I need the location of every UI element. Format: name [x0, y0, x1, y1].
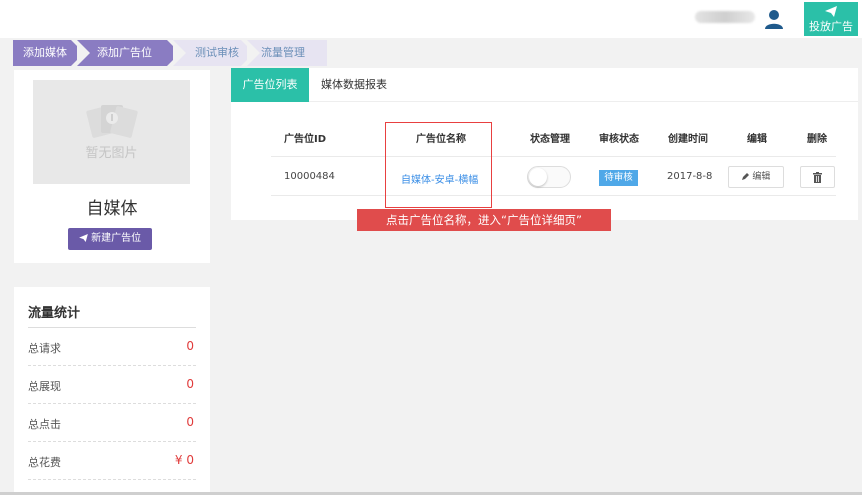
column-header-delete: 删除 [807, 134, 827, 145]
toggle-knob [529, 168, 547, 186]
step-traffic-management[interactable]: 流量管理 [247, 40, 327, 66]
stat-label: 总点击 [28, 418, 61, 431]
annotation-callout: 点击广告位名称，进入“广告位详细页” [357, 209, 611, 231]
column-header-edit: 编辑 [747, 134, 767, 145]
column-header-id: 广告位ID [284, 134, 327, 145]
stat-label: 总花费 [28, 456, 61, 469]
pencil-icon [741, 173, 749, 180]
blurred-username [695, 11, 755, 23]
publish-ad-button[interactable]: 投放广告 [804, 2, 858, 36]
ad-slot-id: 10000484 [284, 171, 335, 182]
user-avatar-icon[interactable] [763, 8, 785, 30]
paper-plane-icon [825, 6, 837, 17]
traffic-stats-card: 流量统计 总请求 0 总展现 0 总点击 0 总花费 ¥ 0 [14, 287, 210, 495]
column-header-created: 创建时间 [668, 134, 708, 145]
review-status-badge: 待审核 [599, 170, 638, 186]
stat-row-total-requests: 总请求 0 [28, 328, 196, 366]
stats-title: 流量统计 [28, 306, 81, 321]
edit-button[interactable]: 编辑 [728, 166, 784, 188]
step-add-media[interactable]: 添加媒体 [13, 40, 84, 66]
step-test-review[interactable]: 测试审核 [173, 40, 254, 66]
annotation-highlight-box [385, 122, 492, 208]
stat-value: 0 [186, 415, 194, 429]
new-ad-slot-button[interactable]: 新建广告位 [68, 228, 152, 250]
main-panel: 广告位列表 媒体数据报表 广告位ID 广告位名称 状态管理 审核状态 创建时间 … [231, 68, 858, 220]
tab-bar: 广告位列表 媒体数据报表 [231, 68, 858, 102]
column-header-status-mgmt: 状态管理 [530, 134, 570, 145]
stat-label: 总请求 [28, 342, 61, 355]
no-image-text: 暂无图片 [85, 146, 138, 161]
media-name: 自媒体 [86, 199, 138, 219]
publish-ad-label: 投放广告 [809, 20, 853, 33]
stat-label: 总展现 [28, 380, 61, 393]
delete-button[interactable] [800, 166, 835, 188]
tab-media-data-report[interactable]: 媒体数据报表 [315, 68, 393, 102]
step-add-ad-slot[interactable]: 添加广告位 [77, 40, 180, 66]
stat-value: 0 [186, 377, 194, 391]
media-profile-card: 暂无图片 自媒体 新建广告位 [14, 70, 210, 263]
new-ad-slot-label: 新建广告位 [91, 233, 142, 244]
step-label: 添加媒体 [23, 46, 67, 59]
stat-row-total-clicks: 总点击 0 [28, 404, 196, 442]
stat-value: 0 [186, 339, 194, 353]
stat-value: ¥ 0 [174, 453, 194, 467]
media-image-placeholder: 暂无图片 [33, 80, 190, 184]
step-label: 流量管理 [261, 46, 305, 59]
created-date: 2017-8-8 [667, 171, 713, 182]
top-bar: 投放广告 [0, 0, 862, 38]
edit-label: 编辑 [752, 172, 771, 182]
stat-row-total-impressions: 总展现 0 [28, 366, 196, 404]
column-header-review-status: 审核状态 [599, 134, 639, 145]
step-label: 添加广告位 [97, 46, 152, 59]
trash-icon [813, 172, 822, 183]
status-toggle[interactable] [527, 166, 571, 188]
step-label: 测试审核 [195, 46, 239, 59]
stat-row-total-cost: 总花费 ¥ 0 [28, 442, 196, 480]
no-image-icon [85, 105, 138, 138]
tab-ad-slot-list[interactable]: 广告位列表 [231, 68, 309, 102]
paper-plane-icon [79, 234, 88, 242]
